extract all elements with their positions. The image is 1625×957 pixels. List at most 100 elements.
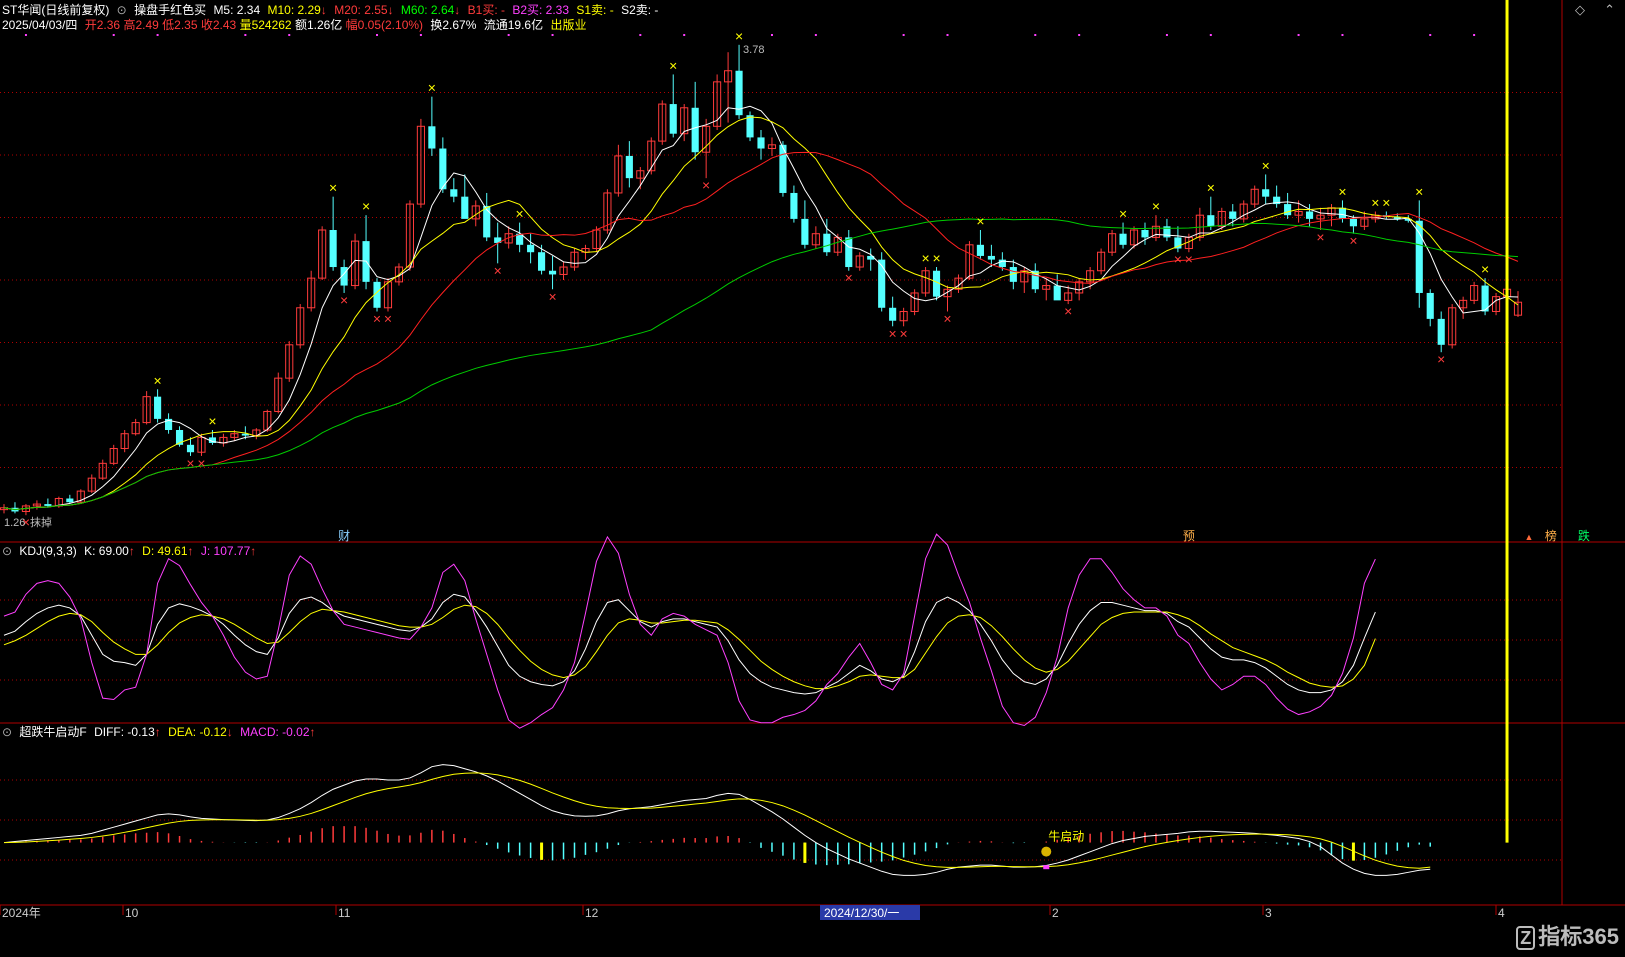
sell-signal-mark: × (1119, 206, 1127, 222)
indicator-name[interactable]: 操盘手红色买 (134, 3, 206, 17)
candle-down (878, 259, 886, 308)
date-cursor-label: 2024/12/30/一 (824, 906, 899, 920)
signal-dot (376, 34, 379, 36)
macd-macd: MACD: -0.02 (240, 725, 310, 739)
candle-down (823, 233, 831, 253)
signal-dot (814, 34, 817, 36)
signal-dot (1473, 34, 1476, 36)
x-axis-label: 11 (338, 906, 351, 920)
candle-down (44, 504, 52, 506)
candle-down (329, 230, 337, 268)
candle-down (1305, 211, 1314, 219)
macd-dea-line (3, 772, 1431, 869)
kdj-k-line (3, 593, 1376, 695)
candle-down (1415, 220, 1423, 293)
s2-value: S2卖: - (621, 3, 659, 17)
buy-signal-mark: × (845, 270, 853, 286)
quote-line: 2025/04/03/四 开2.36 高2.49 低2.35 收2.43 量52… (2, 17, 590, 33)
buy-signal-mark: × (197, 455, 205, 471)
event-marker-bang: 榜 (1545, 528, 1557, 543)
event-marker-die: 跌 (1578, 528, 1590, 543)
buy-signal-mark: × (1174, 251, 1182, 267)
candle-down (801, 218, 809, 245)
candle-down (746, 115, 754, 138)
signal-dot (946, 34, 949, 36)
sell-signal-mark: × (1338, 183, 1346, 199)
sell-signal-mark: × (932, 250, 940, 266)
sell-signal-mark: × (1481, 261, 1489, 277)
candle-down (1207, 215, 1215, 227)
indicator-toggle-icon[interactable]: ⊙ (117, 3, 127, 17)
signal-dot (24, 34, 27, 36)
sell-signal-mark: × (735, 28, 743, 44)
signal-dot (1209, 34, 1212, 36)
macd-toggle-icon[interactable]: ⊙ (2, 725, 12, 739)
chart-canvas[interactable]: ××× ×××××× ×××××××××× ×× ××××× ×× ××××××× ××××3… (0, 0, 1625, 957)
candle-down (461, 196, 469, 219)
quote-low: 低2.35 (162, 18, 198, 32)
sell-signal-mark: × (1415, 183, 1423, 199)
candle-down (154, 396, 162, 419)
signal-dot (156, 34, 159, 36)
buy-signal-mark: × (900, 325, 908, 341)
signal-dot (507, 34, 510, 36)
signal-dot (639, 34, 642, 36)
bull-start-label: 牛启动 (1048, 828, 1084, 843)
quote-industry[interactable]: 出版业 (550, 18, 586, 32)
x-axis-label: 4 (1498, 906, 1505, 920)
macd-name[interactable]: 超跌牛启动F (19, 725, 86, 739)
sell-signal-mark: × (154, 372, 162, 388)
candle-down (889, 307, 897, 321)
quote-close: 收2.43 (200, 18, 237, 32)
buy-signal-mark: × (1437, 351, 1445, 367)
sell-signal-mark: × (669, 57, 677, 73)
kdj-header: ⊙ KDJ(9,3,3) K: 69.00↑ D: 49.61↑ J: 107.… (2, 544, 257, 558)
candle-down (987, 255, 995, 260)
candle-down (1141, 230, 1149, 238)
main-header: ST华闻(日线前复权) ⊙ 操盘手红色买 M5: 2.34 M10: 2.29↓… (2, 3, 659, 17)
sell-signal-mark: × (516, 206, 524, 222)
kdj-toggle-icon[interactable]: ⊙ (2, 544, 12, 558)
signal-dot (1297, 34, 1300, 36)
candle-down (483, 205, 491, 238)
signal-dot (1341, 34, 1344, 36)
kdj-j-line (3, 533, 1376, 729)
peak-price-label: 3.78 (743, 44, 764, 56)
buy-signal-mark: × (1185, 251, 1193, 267)
signal-dot (1429, 34, 1432, 36)
signal-dot (770, 34, 773, 36)
x-axis-label: 12 (585, 906, 599, 920)
candle-down (790, 192, 798, 219)
signal-dot (244, 34, 247, 36)
candle-down (1426, 292, 1434, 319)
sell-signal-mark: × (428, 80, 436, 96)
bull-start-dot (1043, 865, 1050, 870)
buy-signal-mark: × (340, 292, 348, 308)
candle-down (757, 137, 765, 149)
quote-high: 高2.49 (123, 18, 159, 32)
candle-down (976, 244, 984, 256)
candle-down (450, 189, 458, 197)
quote-open: 开2.36 (84, 18, 121, 32)
ma10-line (3, 116, 1519, 511)
collapse-icon[interactable]: ⌃ (1604, 2, 1615, 18)
candle-down (1262, 189, 1270, 197)
buy-signal-mark: × (1349, 233, 1357, 249)
event-marker-yu: 预 (1183, 529, 1195, 543)
quote-date: 2025/04/03/四 (2, 18, 78, 32)
buy-signal-mark: × (548, 288, 556, 304)
buy-signal-mark: × (384, 310, 392, 326)
quote-volume: 量524262 (239, 18, 292, 32)
signal-dot (288, 34, 291, 36)
sell-signal-mark: × (208, 413, 216, 429)
stock-chart-window: × × × × × × × × × × × × × × × × × × × × × × × × × × × × × × × × × × × × × × × 3… (0, 0, 1625, 957)
stock-title[interactable]: ST华闻(日线前复权) (2, 3, 109, 17)
x-axis-label: 10 (125, 906, 139, 920)
restore-icon[interactable]: ◇ (1575, 2, 1585, 18)
buy-signal-mark: × (186, 455, 194, 471)
kdj-d: D: 49.61 (142, 544, 188, 558)
signal-dot (419, 34, 422, 36)
kdj-name[interactable]: KDJ(9,3,3) (19, 544, 76, 558)
x-axis-label: 2 (1052, 906, 1059, 920)
sell-signal-mark: × (921, 250, 929, 266)
